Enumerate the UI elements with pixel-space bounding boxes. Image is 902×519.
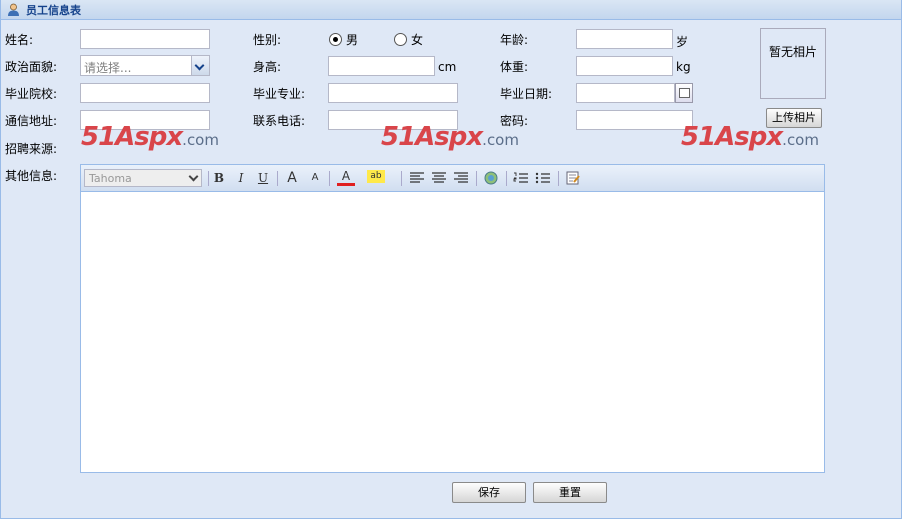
other-label: 其他信息: <box>5 169 58 183</box>
school-label: 毕业院校: <box>5 87 58 101</box>
phone-label: 联系电话: <box>253 114 306 128</box>
panel-title: 员工信息表 <box>26 4 81 17</box>
political-select[interactable]: 请选择... <box>80 55 210 76</box>
chevron-down-icon[interactable] <box>191 56 209 75</box>
insert-link-icon[interactable] <box>482 170 500 186</box>
source-label: 招聘来源: <box>5 142 58 156</box>
watermark-logo: 51Aspx.com <box>381 122 519 152</box>
font-grow-icon[interactable]: A <box>283 170 301 186</box>
bold-icon[interactable]: B <box>210 170 228 186</box>
italic-icon[interactable]: I <box>232 170 250 186</box>
gender-female-radio[interactable] <box>394 33 407 46</box>
upload-photo-button[interactable]: 上传相片 <box>766 108 822 128</box>
toolbar-separator <box>558 171 559 186</box>
underline-icon[interactable]: U <box>254 170 272 186</box>
rich-text-editor: Tahoma B I U A A A ab <box>80 164 825 473</box>
gender-male-label: 男 <box>346 33 359 47</box>
toolbar-separator <box>208 171 209 186</box>
weight-label: 体重: <box>500 60 529 74</box>
reset-button[interactable]: 重置 <box>533 482 607 503</box>
age-input[interactable] <box>576 29 673 49</box>
source-edit-icon[interactable] <box>564 170 582 186</box>
weight-input[interactable] <box>576 56 673 76</box>
weight-unit: kg <box>676 60 691 74</box>
age-unit: 岁 <box>676 35 689 49</box>
user-icon <box>8 3 19 16</box>
align-center-icon[interactable] <box>430 170 448 186</box>
name-label: 姓名: <box>5 33 34 47</box>
major-input[interactable] <box>328 83 458 103</box>
height-input[interactable] <box>328 56 435 76</box>
grad-date-input[interactable] <box>576 83 675 103</box>
editor-content-area[interactable] <box>81 192 824 472</box>
font-shrink-icon[interactable]: A <box>306 170 324 186</box>
political-select-value: 请选择... <box>84 61 132 75</box>
font-family-select[interactable]: Tahoma <box>84 169 202 187</box>
photo-placeholder: 暂无相片 <box>760 28 826 99</box>
toolbar-separator <box>277 171 278 186</box>
toolbar-separator <box>476 171 477 186</box>
unordered-list-icon[interactable] <box>534 170 552 186</box>
school-input[interactable] <box>80 83 210 103</box>
font-color-icon[interactable]: A <box>337 170 355 186</box>
political-label: 政治面貌: <box>5 60 58 74</box>
major-label: 毕业专业: <box>253 87 306 101</box>
grad-date-label: 毕业日期: <box>500 87 553 101</box>
toolbar-separator <box>401 171 402 186</box>
photo-placeholder-text: 暂无相片 <box>768 45 817 59</box>
watermark-logo: 51Aspx.com <box>81 122 219 152</box>
align-left-icon[interactable] <box>408 170 426 186</box>
save-button[interactable]: 保存 <box>452 482 526 503</box>
gender-male-radio[interactable] <box>329 33 342 46</box>
age-label: 年龄: <box>500 33 529 47</box>
password-input[interactable] <box>576 110 693 130</box>
align-right-icon[interactable] <box>452 170 470 186</box>
ordered-list-icon[interactable] <box>512 170 530 186</box>
gender-label: 性别: <box>253 33 282 47</box>
highlight-icon[interactable]: ab <box>367 170 385 183</box>
toolbar-separator <box>329 171 330 186</box>
panel-header: 员工信息表 <box>0 0 902 20</box>
address-label: 通信地址: <box>5 114 58 128</box>
gender-female-label: 女 <box>411 33 424 47</box>
height-label: 身高: <box>253 60 282 74</box>
toolbar-separator <box>506 171 507 186</box>
calendar-icon[interactable] <box>675 83 693 103</box>
editor-toolbar: Tahoma B I U A A A ab <box>81 165 824 192</box>
name-input[interactable] <box>80 29 210 49</box>
height-unit: cm <box>438 60 457 74</box>
